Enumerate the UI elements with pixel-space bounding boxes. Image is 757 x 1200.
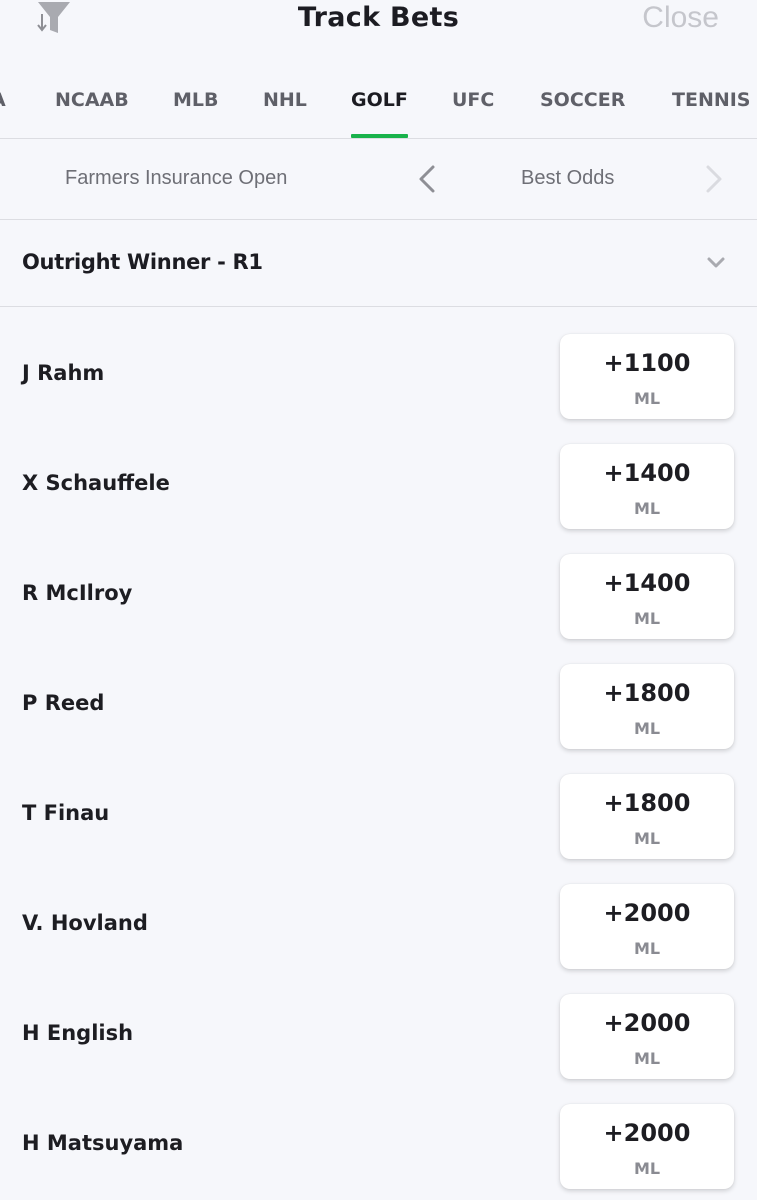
odds-type: ML [633, 499, 661, 518]
tab-nhl[interactable]: NHL [263, 70, 307, 138]
odds-button[interactable]: +1800 ML [560, 774, 734, 859]
list-item: H English +2000 ML [0, 967, 757, 1079]
odds-value: +2000 [603, 899, 691, 927]
odds-button[interactable]: +1100 ML [560, 334, 734, 419]
tab-mlb[interactable]: MLB [173, 70, 219, 138]
tab-golf[interactable]: GOLF [351, 70, 408, 138]
close-button[interactable]: Close [642, 1, 719, 35]
sport-tabs: A NCAAB MLB NHL GOLF UFC SOCCER TENNIS [0, 70, 757, 139]
list-item: R McIlroy +1400 ML [0, 527, 757, 639]
market-title: Outright Winner - R1 [22, 250, 263, 274]
event-selector-bar: Farmers Insurance Open Best Odds [0, 139, 757, 220]
market-dropdown[interactable]: Outright Winner - R1 [0, 220, 757, 307]
player-name: P Reed [22, 691, 105, 715]
odds-type: ML [633, 829, 661, 848]
odds-button[interactable]: +1800 ML [560, 664, 734, 749]
event-name[interactable]: Farmers Insurance Open [65, 167, 287, 190]
player-name: R McIlroy [22, 581, 133, 605]
list-item: X Schauffele +1400 ML [0, 417, 757, 529]
list-item: H Matsuyama +2000 ML [0, 1077, 757, 1189]
player-name: H English [22, 1021, 134, 1045]
odds-value: +1800 [603, 679, 691, 707]
chevron-down-icon [704, 254, 728, 272]
odds-value: +1400 [603, 459, 691, 487]
list-item: P Reed +1800 ML [0, 637, 757, 749]
odds-button[interactable]: +2000 ML [560, 1104, 734, 1189]
tab-ncaab[interactable]: NCAAB [55, 70, 129, 138]
odds-button[interactable]: +2000 ML [560, 884, 734, 969]
odds-value: +1100 [603, 349, 691, 377]
odds-button[interactable]: +1400 ML [560, 554, 734, 639]
header: Track Bets Close [0, 0, 757, 50]
list-item: T Finau +1800 ML [0, 747, 757, 859]
player-name: X Schauffele [22, 471, 170, 495]
odds-value: +1400 [603, 569, 691, 597]
tab-partial[interactable]: A [0, 70, 6, 138]
odds-type: ML [633, 1159, 661, 1178]
player-name: V. Hovland [22, 911, 148, 935]
odds-button[interactable]: +1400 ML [560, 444, 734, 529]
player-name: T Finau [22, 801, 110, 825]
odds-type: ML [633, 719, 661, 738]
odds-type: ML [633, 609, 661, 628]
tab-golf-label: GOLF [351, 89, 408, 111]
odds-mode-label[interactable]: Best Odds [521, 167, 614, 190]
odds-button[interactable]: +2000 ML [560, 994, 734, 1079]
odds-type: ML [633, 1049, 661, 1068]
odds-type: ML [633, 389, 661, 408]
tab-tennis[interactable]: TENNIS [672, 70, 751, 138]
odds-type: ML [633, 939, 661, 958]
odds-value: +2000 [603, 1009, 691, 1037]
list-item: V. Hovland +2000 ML [0, 857, 757, 969]
tab-ufc[interactable]: UFC [452, 70, 494, 138]
tab-soccer[interactable]: SOCCER [540, 70, 625, 138]
list-item: J Rahm +1100 ML [0, 307, 757, 419]
chevron-right-icon[interactable] [700, 163, 728, 195]
player-name: H Matsuyama [22, 1131, 184, 1155]
active-tab-indicator [351, 134, 408, 138]
odds-value: +2000 [603, 1119, 691, 1147]
player-name: J Rahm [22, 361, 105, 385]
odds-value: +1800 [603, 789, 691, 817]
chevron-left-icon[interactable] [413, 163, 441, 195]
